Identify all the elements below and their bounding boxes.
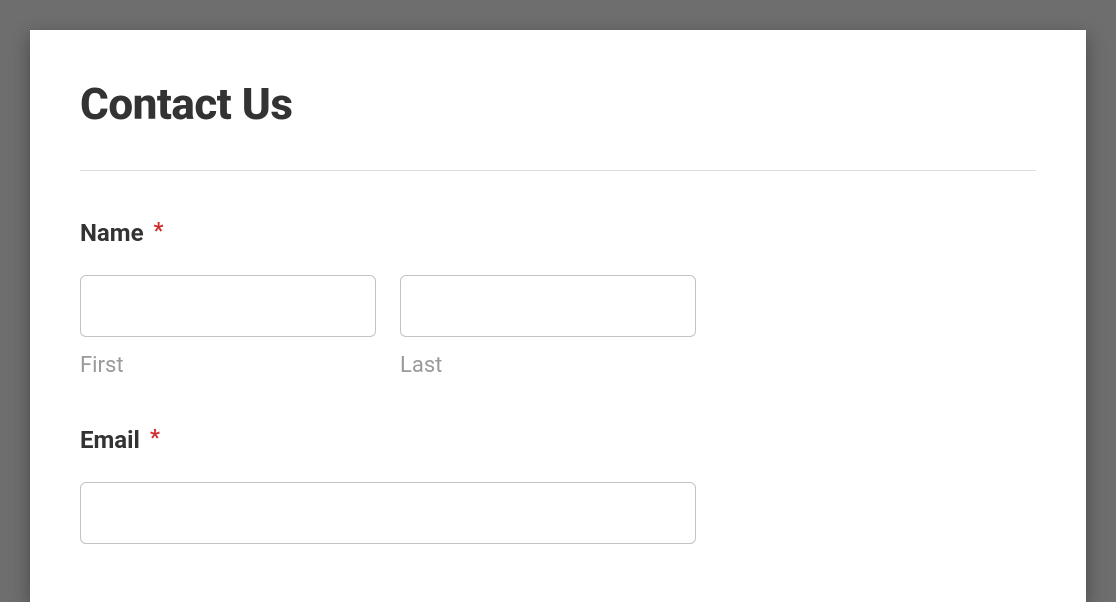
last-name-sublabel: Last	[400, 353, 696, 378]
email-input[interactable]	[80, 482, 696, 544]
title-divider	[80, 170, 1036, 171]
name-field-group: Name * First Last	[80, 219, 1036, 378]
page-title: Contact Us	[80, 78, 1036, 130]
last-name-input[interactable]	[400, 275, 696, 337]
email-field-group: Email *	[80, 426, 1036, 544]
first-name-sublabel: First	[80, 353, 376, 378]
name-required-mark: *	[154, 219, 164, 244]
name-input-row: First Last	[80, 275, 1036, 378]
email-label: Email	[80, 426, 140, 454]
contact-form-card: Contact Us Name * First Last Email *	[30, 30, 1086, 602]
first-name-input[interactable]	[80, 275, 376, 337]
last-name-column: Last	[400, 275, 696, 378]
first-name-column: First	[80, 275, 376, 378]
email-required-mark: *	[150, 426, 160, 451]
name-label: Name	[80, 219, 144, 247]
